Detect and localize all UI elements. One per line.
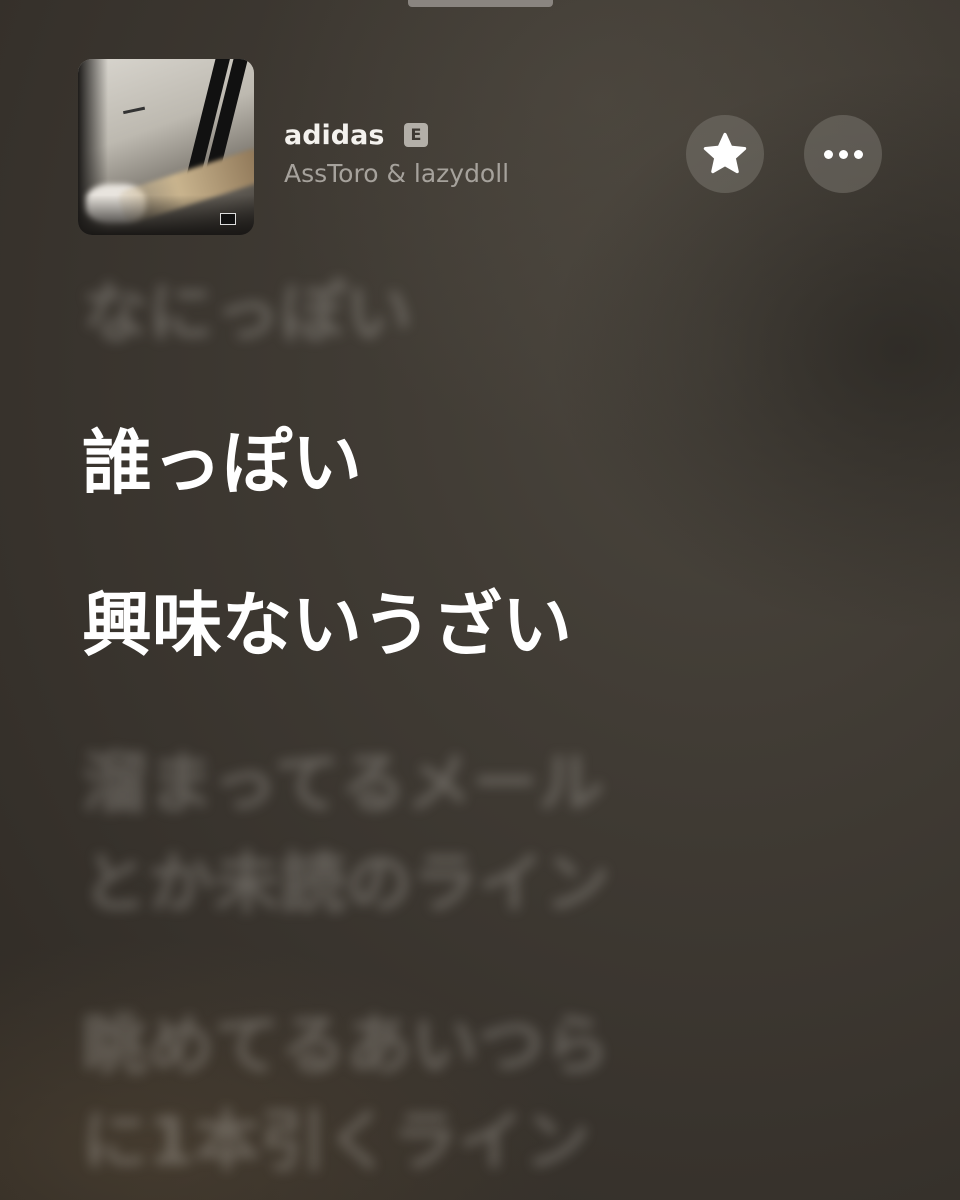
lyric-line-upcoming[interactable]: 眺めてるあいつら [82, 1004, 610, 1088]
ellipsis-icon [823, 149, 863, 159]
lyric-line-current[interactable]: 興味ないうざい [82, 580, 572, 670]
explicit-badge: E [404, 123, 428, 147]
parental-advisory-label [220, 213, 236, 225]
sheet-grabber[interactable] [408, 0, 553, 7]
song-title: adidas [284, 120, 385, 151]
album-artwork[interactable] [78, 59, 254, 235]
star-icon [703, 132, 747, 174]
lyric-line-upcoming[interactable]: に1本引くライン [82, 1100, 590, 1184]
lyric-line-current[interactable]: 誰っぽい [82, 418, 362, 508]
artwork-logo [120, 96, 146, 115]
lyric-line-upcoming[interactable]: 溜まってるメール [82, 742, 604, 826]
lyric-line-upcoming[interactable]: とか未読のライン [82, 842, 610, 926]
lyric-line-previous[interactable]: なにっぽい [82, 272, 412, 356]
favorite-button[interactable] [686, 115, 764, 193]
artist-name[interactable]: AssToro & lazydoll [284, 156, 509, 192]
more-options-button[interactable] [804, 115, 882, 193]
